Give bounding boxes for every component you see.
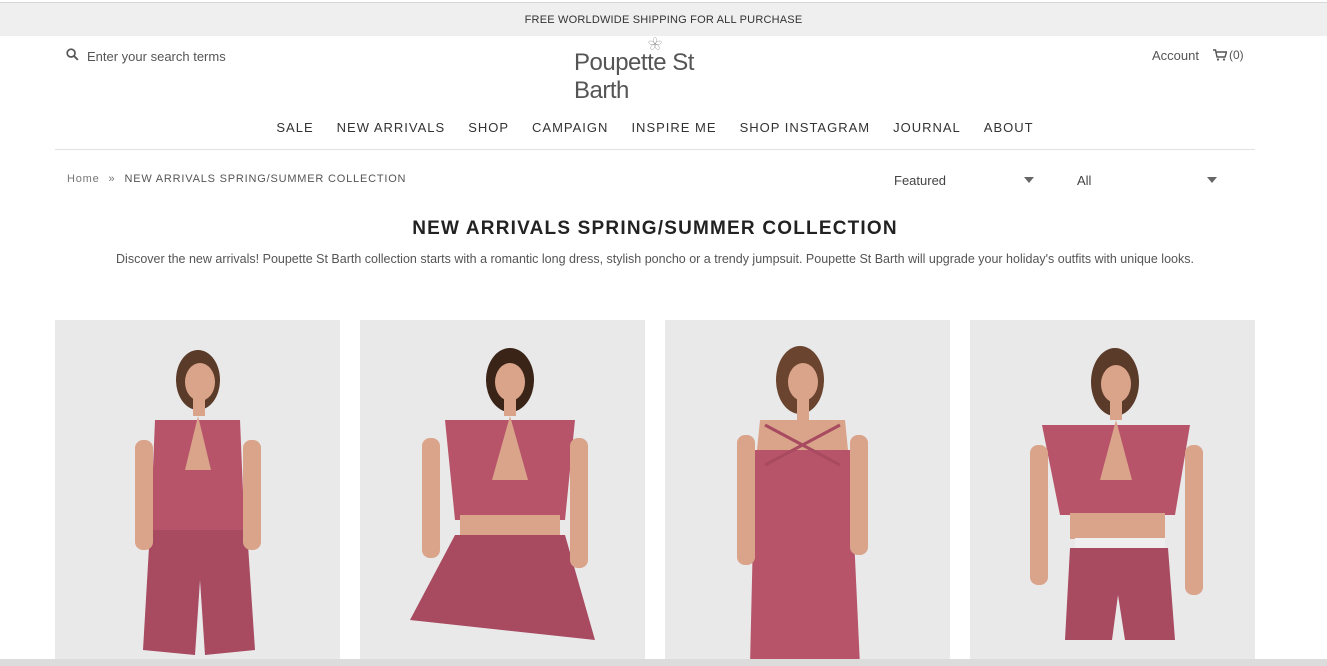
cart-link[interactable]: (0): [1213, 48, 1244, 62]
breadcrumb-separator: »: [108, 173, 116, 185]
chevron-down-icon: [1024, 177, 1034, 183]
nav-item-shop-instagram[interactable]: SHOP INSTAGRAM: [728, 120, 882, 135]
product-image: [55, 320, 340, 666]
product-card[interactable]: [55, 320, 340, 666]
product-card[interactable]: [970, 320, 1255, 666]
logo[interactable]: Poupette St Barth: [574, 37, 736, 105]
product-image: [970, 320, 1255, 666]
product-image: [360, 320, 645, 666]
horizontal-scrollbar[interactable]: [0, 659, 1327, 666]
cart-count: (0): [1229, 48, 1244, 62]
breadcrumb-current: NEW ARRIVALS SPRING/SUMMER COLLECTION: [124, 173, 407, 185]
chevron-down-icon: [1207, 177, 1217, 183]
nav-item-about[interactable]: ABOUT: [972, 120, 1045, 135]
product-card[interactable]: [360, 320, 645, 666]
search-icon[interactable]: [66, 48, 79, 64]
nav-item-sale[interactable]: SALE: [265, 120, 325, 135]
product-grid: [55, 320, 1255, 666]
nav-divider: [55, 149, 1255, 150]
sort-select[interactable]: Featured: [894, 171, 1034, 189]
sort-selected: Featured: [894, 172, 947, 188]
breadcrumb: Home » NEW ARRIVALS SPRING/SUMMER COLLEC…: [67, 173, 406, 185]
nav-item-shop[interactable]: SHOP: [457, 120, 521, 135]
search-bar[interactable]: Enter your search terms: [66, 47, 226, 65]
nav-item-new-arrivals[interactable]: NEW ARRIVALS: [325, 120, 457, 135]
promo-text: FREE WORLDWIDE SHIPPING FOR ALL PURCHASE: [524, 13, 803, 26]
main-nav: SALE NEW ARRIVALS SHOP CAMPAIGN INSPIRE …: [0, 120, 1310, 135]
promo-bar: FREE WORLDWIDE SHIPPING FOR ALL PURCHASE: [0, 2, 1327, 36]
filter-selected: All: [1077, 172, 1092, 188]
cart-icon: [1213, 49, 1227, 61]
nav-item-journal[interactable]: JOURNAL: [882, 120, 973, 135]
collection-description: Discover the new arrivals! Poupette St B…: [116, 252, 1194, 266]
product-card[interactable]: [665, 320, 950, 666]
breadcrumb-home[interactable]: Home: [67, 173, 100, 185]
filter-select[interactable]: All: [1077, 171, 1217, 189]
nav-item-campaign[interactable]: CAMPAIGN: [521, 120, 620, 135]
account-link[interactable]: Account: [1152, 48, 1199, 63]
search-input[interactable]: Enter your search terms: [87, 49, 226, 64]
collection-title: NEW ARRIVALS SPRING/SUMMER COLLECTION: [412, 218, 898, 239]
product-image: [665, 320, 950, 666]
logo-text: Poupette St Barth: [574, 49, 694, 104]
nav-item-inspire-me[interactable]: INSPIRE ME: [620, 120, 728, 135]
